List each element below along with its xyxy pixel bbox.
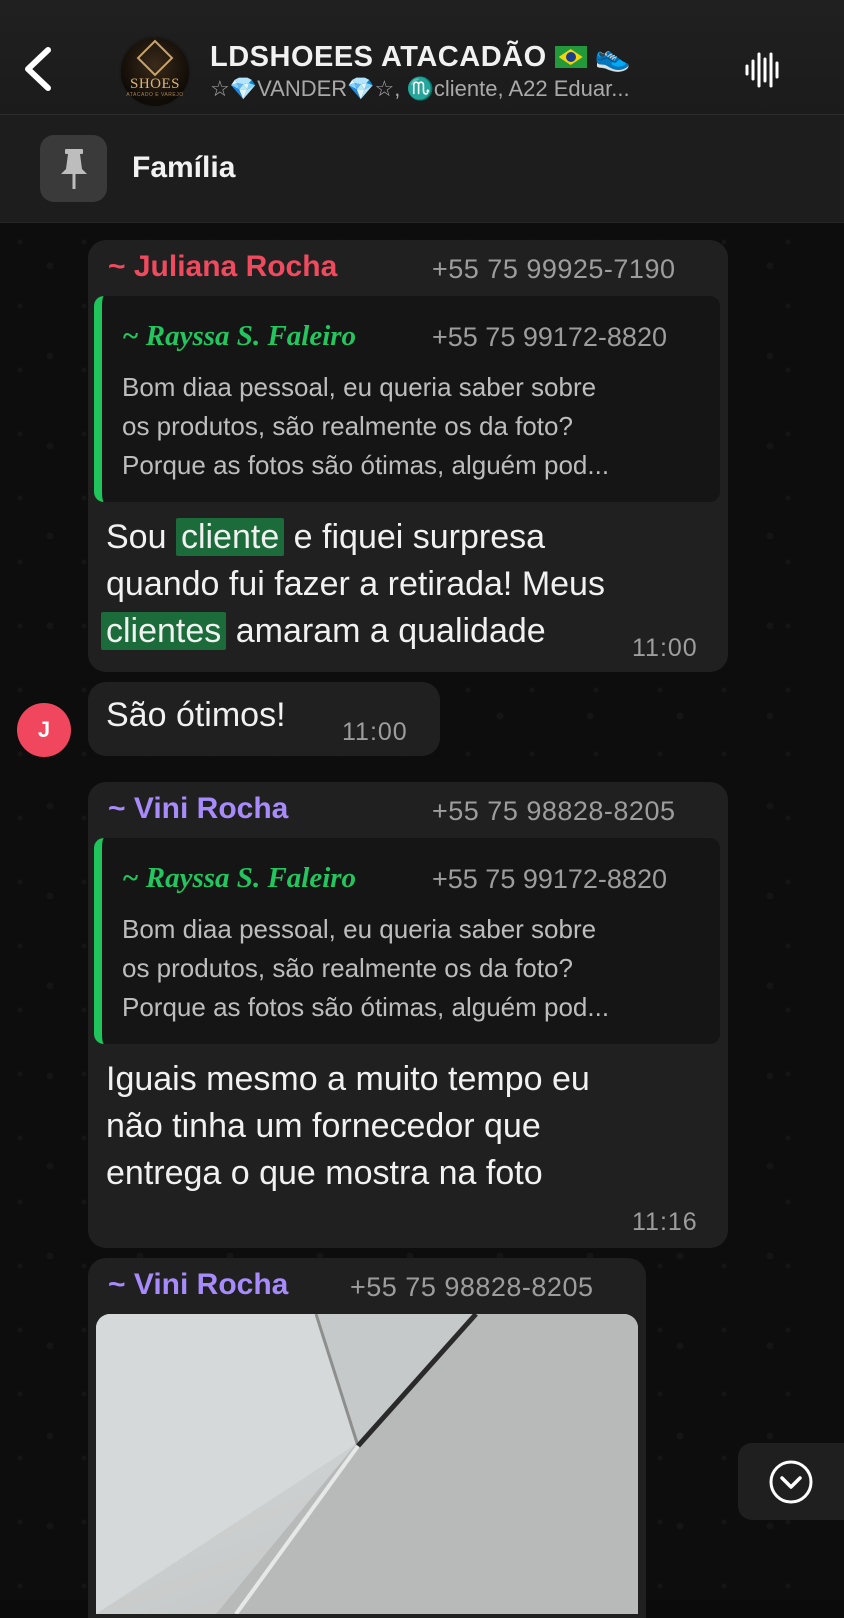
voice-chat-button[interactable] — [743, 50, 783, 90]
pinned-message-bar[interactable]: Família — [0, 115, 844, 223]
message-line: Sou cliente e fiquei surpresa — [106, 514, 605, 561]
brazil-flag-icon — [554, 46, 587, 68]
quoted-message[interactable]: ~ Rayssa S. Faleiro +55 75 99172-8820 Bo… — [94, 838, 720, 1044]
scroll-to-bottom-button[interactable] — [738, 1443, 844, 1520]
quoted-message[interactable]: ~ Rayssa S. Faleiro +55 75 99172-8820 Bo… — [94, 296, 720, 502]
logo-diamond — [136, 39, 174, 77]
message-photo[interactable] — [96, 1314, 638, 1614]
message-bubble[interactable]: ~ Juliana Rocha +55 75 99925-7190 ~ Rays… — [88, 240, 728, 672]
quoted-text: Bom diaa pessoal, eu queria saber sobre … — [122, 368, 712, 485]
message-line: quando fui fazer a retirada! Meus — [106, 565, 605, 603]
chevron-down-circle-icon — [769, 1460, 813, 1503]
photo-floor-image — [96, 1314, 638, 1614]
search-highlight: clientes — [101, 612, 227, 650]
sender-name[interactable]: ~ Juliana Rocha — [108, 250, 337, 284]
message-line: entrega o que mostra na foto — [106, 1154, 543, 1192]
message-time: 11:00 — [342, 718, 408, 746]
search-highlight: cliente — [175, 518, 285, 556]
voice-waveform-icon — [745, 52, 779, 88]
chevron-left-icon — [25, 47, 51, 91]
message-bubble[interactable]: São ótimos! 11:00 — [88, 682, 440, 756]
quoted-line: Bom diaa pessoal, eu queria saber sobre — [122, 372, 597, 402]
message-text: Iguais mesmo a muito tempo eu não tinha … — [106, 1056, 590, 1197]
text-fragment: e fiquei surpresa — [284, 518, 546, 556]
quoted-sender-phone: +55 75 99172-8820 — [432, 322, 667, 352]
message-text: Sou cliente e fiquei surpresa quando fui… — [101, 514, 605, 655]
quoted-line: os produtos, são realmente os da foto? — [122, 953, 573, 983]
text-fragment: Sou — [106, 518, 176, 556]
sender-name[interactable]: ~ Vini Rocha — [108, 792, 288, 826]
quoted-line: Bom diaa pessoal, eu queria saber sobre — [122, 914, 597, 944]
text-fragment: amaram a qualidade — [226, 612, 546, 650]
quoted-text: Bom diaa pessoal, eu queria saber sobre … — [122, 910, 712, 1027]
message-bubble[interactable]: ~ Vini Rocha +55 75 98828-8205 — [88, 1258, 646, 1618]
message-bubble[interactable]: ~ Vini Rocha +55 75 98828-8205 ~ Rayssa … — [88, 782, 728, 1248]
message-line: clientes amaram a qualidade — [101, 608, 605, 655]
quoted-sender-name: ~ Rayssa S. Faleiro — [122, 862, 357, 894]
sender-name[interactable]: ~ Vini Rocha — [108, 1268, 288, 1302]
chat-title-text: LDSHOEES ATACADÃO — [210, 41, 547, 73]
message-text: São ótimos! — [106, 696, 286, 734]
sender-phone: +55 75 98828-8205 — [350, 1272, 594, 1302]
chat-participants[interactable]: ☆💎VANDER💎☆, ♏cliente, A22 Eduar... — [210, 76, 710, 102]
sender-phone: +55 75 99925-7190 — [432, 254, 676, 284]
message-line: Iguais mesmo a muito tempo eu — [106, 1060, 590, 1098]
message-line: não tinha um fornecedor que — [106, 1107, 541, 1145]
message-time: 11:16 — [632, 1208, 698, 1236]
pin-icon — [60, 148, 87, 189]
avatar-logo-text: SHOES — [129, 76, 180, 92]
message-time: 11:00 — [632, 634, 698, 662]
avatar-logo-subtext: ATACADO E VAREJO — [126, 92, 184, 98]
quoted-sender-name: ~ Rayssa S. Faleiro — [122, 320, 357, 352]
pin-icon-box — [40, 135, 107, 202]
sneaker-emoji: 👟 — [594, 41, 632, 73]
chat-header: SHOES ATACADO E VAREJO LDSHOEES ATACADÃO… — [0, 0, 844, 115]
sender-avatar[interactable]: J — [17, 703, 71, 757]
quoted-line: Porque as fotos são ótimas, alguém pod..… — [122, 992, 610, 1022]
quoted-line: os produtos, são realmente os da foto? — [122, 411, 573, 441]
back-button[interactable] — [20, 44, 60, 94]
sender-phone: +55 75 98828-8205 — [432, 796, 676, 826]
chat-title[interactable]: LDSHOEES ATACADÃO 👟 — [210, 40, 631, 74]
quoted-sender-phone: +55 75 99172-8820 — [432, 864, 667, 894]
group-avatar[interactable]: SHOES ATACADO E VAREJO — [119, 36, 191, 108]
pinned-label: Família — [132, 151, 236, 184]
quoted-line: Porque as fotos são ótimas, alguém pod..… — [122, 450, 610, 480]
